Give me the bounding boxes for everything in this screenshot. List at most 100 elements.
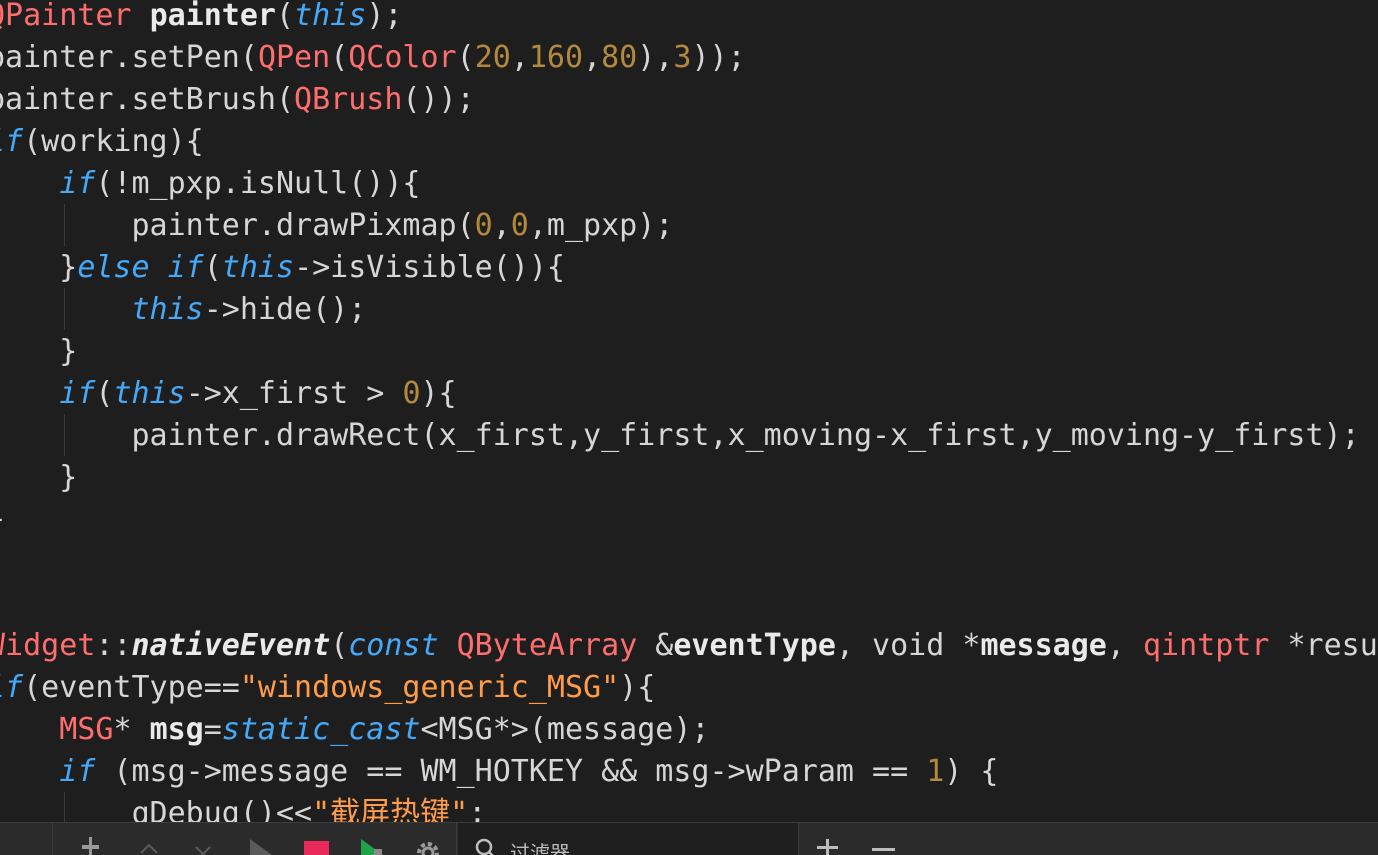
code-token: if [59, 754, 96, 789]
code-token: ){ [619, 670, 656, 705]
code-token: ) { [944, 754, 999, 789]
code-token: 160 [528, 40, 584, 75]
code-token: ->x_first > [185, 376, 403, 411]
up-arrow-icon[interactable] [134, 823, 164, 855]
toolbar-separator [52, 823, 53, 855]
code-token: } [59, 460, 78, 495]
code-token: 1 [926, 754, 945, 789]
clear-icon[interactable] [188, 823, 218, 855]
code-token: if [0, 124, 24, 159]
code-token: ( [330, 40, 349, 75]
code-line[interactable]: }else if(this->isVisible()){ [0, 247, 565, 289]
code-token: , void * [835, 628, 981, 663]
code-token: eventType [673, 628, 836, 663]
code-token: QByteArray [456, 628, 638, 663]
code-line[interactable]: if (msg->message == WM_HOTKEY && msg->wP… [0, 751, 998, 793]
code-token: ( [95, 376, 114, 411]
code-token: "截屏热键" [312, 796, 469, 822]
code-token: , [492, 208, 511, 243]
run-debug-icon[interactable] [358, 823, 388, 855]
code-token: this [131, 292, 204, 327]
toolbar-separator [798, 823, 799, 855]
play-icon[interactable] [246, 823, 276, 855]
code-line[interactable]: painter.drawRect(x_first,y_first,x_movin… [0, 415, 1359, 457]
code-line[interactable]: painter.setPen(QPen(QColor(20,160,80),3)… [0, 37, 746, 79]
code-line[interactable]: Widget::nativeEvent(const QByteArray &ev… [0, 625, 1378, 667]
code-token: if [0, 670, 24, 705]
toolbar-separator [456, 823, 457, 855]
code-token: if [59, 166, 96, 201]
code-token: = [203, 712, 222, 747]
code-token: (msg->message == WM_HOTKEY && msg->wPara… [95, 754, 927, 789]
code-line[interactable]: this->hide(); [0, 289, 367, 331]
code-token: (!m_pxp.isNull()){ [95, 166, 421, 201]
code-line[interactable]: } [0, 457, 77, 499]
code-token: } [59, 334, 78, 369]
code-line[interactable]: if(working){ [0, 121, 204, 163]
code-token: painter [149, 0, 276, 33]
code-line[interactable]: } [0, 499, 5, 541]
code-line[interactable]: painter.setBrush(QBrush()); [0, 79, 475, 121]
code-token: QColor [348, 40, 457, 75]
code-token: :: [95, 628, 132, 663]
code-token: ->hide(); [203, 292, 367, 327]
code-token: (eventType== [23, 670, 240, 705]
code-line[interactable]: painter.drawPixmap(0,0,m_pxp); [0, 205, 673, 247]
code-token: , [583, 40, 602, 75]
code-token: ), [637, 40, 674, 75]
code-line[interactable]: MSG* msg=static_cast<MSG*>(message); [0, 709, 709, 751]
code-line[interactable]: } [0, 331, 77, 373]
code-token: 80 [601, 40, 638, 75]
code-token: painter.setPen( [0, 40, 258, 75]
code-token: painter.drawPixmap( [0, 208, 475, 243]
code-token: (working){ [23, 124, 204, 159]
code-token: nativeEvent [131, 628, 331, 663]
code-line[interactable]: if(eventType=="windows_generic_MSG"){ [0, 667, 655, 709]
code-token: painter.setBrush( [0, 82, 295, 117]
output-toolbar: 过滤器 [0, 822, 1378, 855]
code-line[interactable]: QPainter painter(this); [0, 0, 402, 37]
code-token: 3 [673, 40, 692, 75]
code-token: MSG [59, 712, 114, 747]
code-token: * [113, 712, 150, 747]
code-token: qintptr [1143, 628, 1270, 663]
filter-placeholder: 过滤器 [510, 841, 570, 855]
filter-input[interactable]: 过滤器 [458, 823, 798, 855]
code-token: QPainter [0, 0, 150, 33]
code-token: ( [276, 0, 295, 33]
code-token: )); [691, 40, 746, 75]
code-token: 0 [402, 376, 421, 411]
code-token: 20 [474, 40, 511, 75]
add-icon[interactable] [814, 823, 842, 855]
search-icon [475, 838, 494, 855]
code-token: if [59, 376, 96, 411]
code-token: } [0, 502, 5, 537]
code-token: qDebug()<< [0, 796, 313, 822]
code-token: <MSG*>(message); [420, 712, 710, 747]
code-token: 0 [474, 208, 493, 243]
minus-icon[interactable] [870, 823, 898, 855]
code-token: ( [456, 40, 475, 75]
code-line[interactable]: if(this->x_first > 0){ [0, 373, 456, 415]
hammer-icon[interactable] [76, 823, 106, 855]
code-token: QBrush [294, 82, 403, 117]
code-editor[interactable]: QPainter painter(this); painter.setPen(QP… [0, 0, 1378, 822]
code-token: ; [468, 796, 487, 822]
code-token: ); [366, 0, 403, 33]
code-token: } [59, 250, 78, 285]
code-token: this [294, 0, 367, 33]
code-token: const [348, 628, 439, 663]
code-line[interactable]: if(!m_pxp.isNull()){ [0, 163, 420, 205]
code-token: static_cast [221, 712, 421, 747]
gear-icon[interactable] [412, 823, 444, 855]
code-token: Widget [0, 628, 96, 663]
code-token: else if [77, 250, 204, 285]
code-token: ->isVisible()){ [294, 250, 565, 285]
stop-icon[interactable] [302, 823, 332, 855]
code-token: this [221, 250, 295, 285]
code-token: QPen [257, 40, 331, 75]
code-line[interactable]: qDebug()<<"截屏热键"; [0, 793, 486, 822]
